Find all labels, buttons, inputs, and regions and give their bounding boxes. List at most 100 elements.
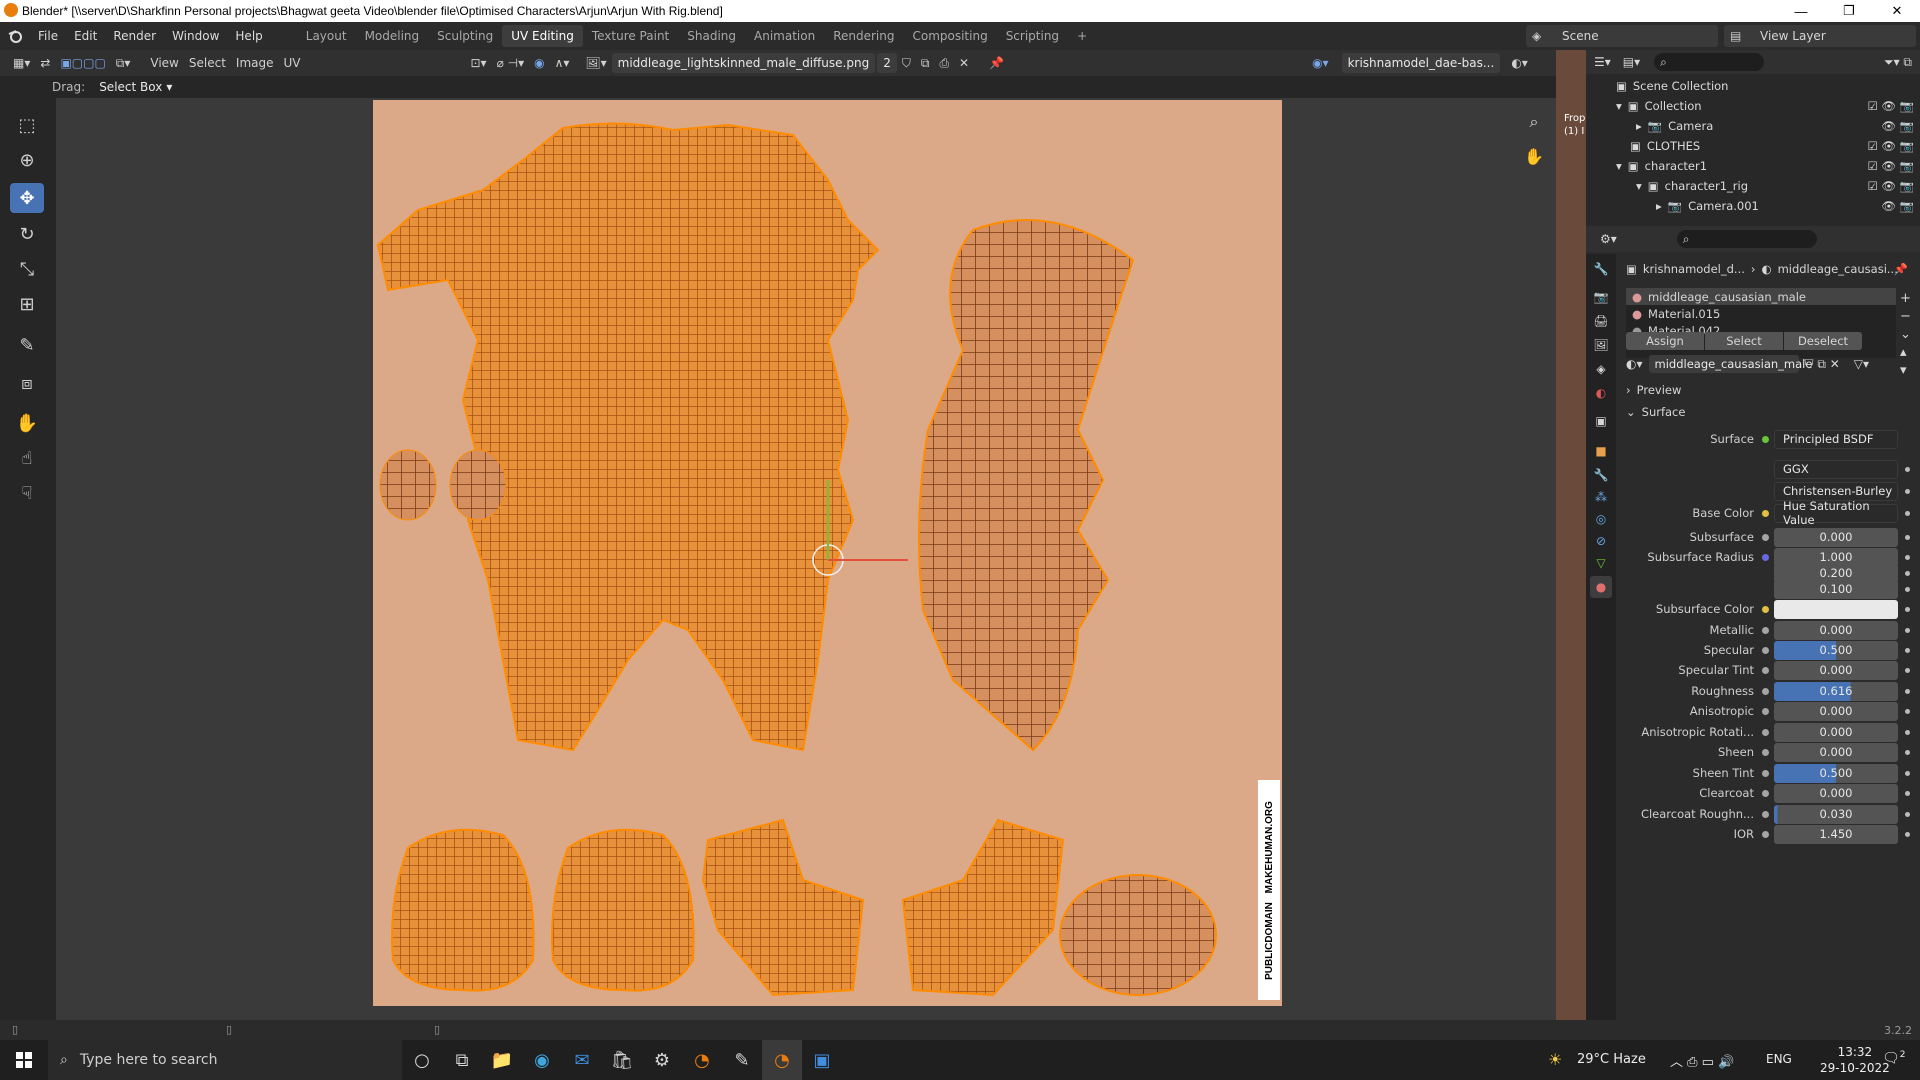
socket-dot-icon[interactable] <box>1762 728 1769 736</box>
tab-rendering[interactable]: Rendering <box>824 25 903 47</box>
rotate-tool-icon[interactable]: ↻ <box>10 219 44 249</box>
outliner-row-camera001[interactable]: ▸ 📷 Camera.001 👁 📷 <box>1586 196 1920 216</box>
scene-selector[interactable]: ◈ Scene <box>1526 25 1718 47</box>
keyframe-dot-icon[interactable] <box>1905 627 1910 633</box>
world-tab-icon[interactable]: ◐ <box>1590 382 1612 404</box>
tab-texture-paint[interactable]: Texture Paint <box>583 25 678 47</box>
image-name-field[interactable]: middleage_lightskinned_male_diffuse.png <box>611 53 876 73</box>
proportional-edit-icon[interactable]: ◉ <box>529 53 549 73</box>
outliner-editor-icon[interactable]: ☰▾ <box>1594 55 1611 69</box>
socket-dot-icon[interactable] <box>1762 666 1769 674</box>
material-datablock[interactable]: ◐▾ middleage_causasian_male ⛉ ⧉ ✕ ▽▾ <box>1626 354 1916 374</box>
keyframe-dot-icon[interactable] <box>1905 749 1910 755</box>
keyframe-dot-icon[interactable] <box>1905 667 1910 673</box>
store-icon[interactable]: 🛍 <box>602 1040 642 1080</box>
tool-tab-icon[interactable]: 🔧 <box>1590 258 1612 280</box>
surface-panel-header[interactable]: ⌄ Surface <box>1626 402 1916 422</box>
rip-tool-icon[interactable]: ⧈ <box>10 368 44 398</box>
keyframe-dot-icon[interactable] <box>1905 811 1910 817</box>
param-field[interactable]: 0.030 <box>1774 804 1898 824</box>
transform-tool-icon[interactable]: ⊞ <box>10 289 44 319</box>
app-icon[interactable]: ⚙ <box>642 1040 682 1080</box>
menu-window[interactable]: Window <box>164 29 227 43</box>
snap-icon[interactable]: ⌀ ⊣▾ <box>492 53 530 73</box>
notepad-icon[interactable]: ✎ <box>722 1040 762 1080</box>
expand-icon[interactable]: ▸ <box>1636 119 1642 133</box>
windows-start-icon[interactable] <box>0 1040 48 1080</box>
blender-taskbar-icon[interactable]: ◔ <box>682 1040 722 1080</box>
socket-dot-icon[interactable] <box>1762 626 1769 634</box>
outliner-row-collection[interactable]: ▾ ▣ Collection ☑ 👁 📷 <box>1586 96 1920 116</box>
editor-type-icon[interactable]: ▦▾ <box>8 53 35 73</box>
blender-menu-icon[interactable] <box>0 28 30 44</box>
display-channels-icon[interactable]: ◐▾ <box>1506 53 1533 73</box>
outliner-row-camera[interactable]: ▸ 📷 Camera 👁 📷 <box>1586 116 1920 136</box>
pin-icon[interactable]: 📌 <box>1894 262 1908 276</box>
keyframe-dot-icon[interactable] <box>1905 831 1910 837</box>
image-browse-icon[interactable]: 🖼▾ <box>580 53 611 73</box>
visibility-icons[interactable]: 👁 📷 <box>1881 199 1914 213</box>
outliner-row-character1[interactable]: ▾ ▣ character1 ☑ 👁 📷 <box>1586 156 1920 176</box>
new-image-icon[interactable]: ⧉ <box>916 53 935 73</box>
socket-dot-icon[interactable] <box>1762 509 1769 517</box>
sticky-mode-icon[interactable]: ⧉▾ <box>111 53 136 73</box>
expand-icon[interactable]: ▸ <box>1656 199 1662 213</box>
menu-file[interactable]: File <box>30 29 66 43</box>
param-field[interactable]: 1.450 <box>1774 824 1898 844</box>
maximize-button[interactable]: ❐ <box>1826 0 1872 22</box>
param-field[interactable]: 0.000 <box>1774 722 1898 742</box>
tab-scripting[interactable]: Scripting <box>997 25 1068 47</box>
close-button[interactable]: ✕ <box>1874 0 1920 22</box>
blender-active-taskbar-icon[interactable]: ◔ <box>762 1040 802 1080</box>
socket-dot-icon[interactable] <box>1762 830 1769 838</box>
assign-button[interactable]: Assign <box>1626 332 1704 350</box>
keyframe-dot-icon[interactable] <box>1905 554 1910 560</box>
visibility-icons[interactable]: ☑ 👁 📷 <box>1867 179 1914 193</box>
param-field[interactable]: 0.000 <box>1774 527 1898 547</box>
display-mode-icon[interactable]: ▤▾ <box>1623 55 1640 69</box>
select-button[interactable]: Select <box>1705 332 1783 350</box>
keyframe-dot-icon[interactable] <box>1905 770 1910 776</box>
modifier-tab-icon[interactable]: 🔧 <box>1590 464 1612 486</box>
visibility-icons[interactable]: ☑ 👁 📷 <box>1867 99 1914 113</box>
tray-icons[interactable]: ︿ ⎙ ▭ 🔊 <box>1670 1051 1734 1070</box>
keyframe-dot-icon[interactable] <box>1905 729 1910 735</box>
viewport-3d-sliver[interactable]: Frop (1) I <box>1556 50 1586 1020</box>
keyframe-dot-icon[interactable] <box>1905 708 1910 714</box>
menu-view[interactable]: View <box>145 53 183 73</box>
physics-tab-icon[interactable]: ◎ <box>1590 508 1612 530</box>
param-field[interactable]: 0.000 <box>1774 660 1898 680</box>
data-tab-icon[interactable]: ▽ <box>1590 552 1612 574</box>
keyframe-dot-icon[interactable] <box>1905 466 1910 472</box>
preview-panel-header[interactable]: › Preview <box>1626 380 1916 400</box>
tab-uv-editing[interactable]: UV Editing <box>502 25 583 47</box>
open-image-icon[interactable]: ⎙ <box>934 53 954 73</box>
particles-tab-icon[interactable]: ⁂ <box>1590 486 1612 508</box>
distribution-dropdown[interactable]: GGX <box>1774 459 1898 479</box>
outliner-row-character1-rig[interactable]: ▾ ▣ character1_rig ☑ 👁 📷 <box>1586 176 1920 196</box>
material-slot-item[interactable]: ● middleage_causasian_male <box>1626 288 1896 305</box>
scale-tool-icon[interactable]: ⤡ <box>10 254 44 284</box>
keyframe-dot-icon[interactable] <box>1905 510 1910 516</box>
tab-layout[interactable]: Layout <box>297 25 356 47</box>
tab-compositing[interactable]: Compositing <box>903 25 996 47</box>
deselect-button[interactable]: Deselect <box>1784 332 1862 350</box>
notification-icon[interactable]: 🗨2 <box>1882 1050 1906 1067</box>
mail-icon[interactable]: ✉ <box>562 1040 602 1080</box>
weather-text[interactable]: 29°C Haze <box>1577 1052 1646 1067</box>
overlay-toggle-icon[interactable]: ◉▾ <box>1307 53 1334 73</box>
keyframe-dot-icon[interactable] <box>1905 790 1910 796</box>
socket-dot-icon[interactable] <box>1762 810 1769 818</box>
relax-tool-icon[interactable]: ☝ <box>10 443 44 473</box>
sync-selection-icon[interactable]: ⇄ <box>35 53 55 73</box>
menu-image[interactable]: Image <box>231 53 279 73</box>
pivot-icon[interactable]: ⊡▾ <box>466 53 492 73</box>
select-box-tool-icon[interactable]: ⬚ <box>10 110 44 140</box>
slot-specials-icon[interactable]: ⌄ <box>1900 326 1916 344</box>
output-tab-icon[interactable]: 🖨 <box>1590 310 1612 332</box>
object-tab-icon[interactable]: ■ <box>1590 440 1612 462</box>
properties-editor-icon[interactable]: ⚙▾ <box>1600 232 1617 246</box>
view-layer-tab-icon[interactable]: 🖼 <box>1590 334 1612 356</box>
annotate-tool-icon[interactable]: ✎ <box>10 330 44 360</box>
keyframe-dot-icon[interactable] <box>1905 647 1910 653</box>
